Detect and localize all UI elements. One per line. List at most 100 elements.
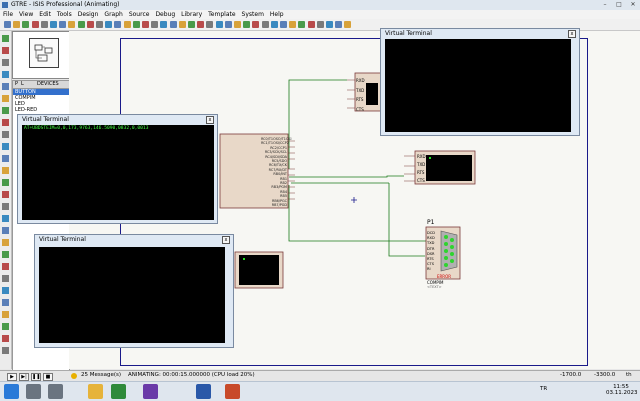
mirror-y-icon[interactable] (2, 347, 9, 354)
menu-view[interactable]: View (19, 11, 33, 18)
menu-library[interactable]: Library (181, 11, 202, 18)
terminal-icon[interactable] (2, 119, 9, 126)
message-count[interactable]: 25 Message(s) (81, 372, 121, 378)
pan-icon[interactable] (96, 21, 103, 28)
powerpoint-icon[interactable] (225, 384, 240, 399)
zoom-in-icon[interactable] (105, 21, 113, 28)
origin-icon[interactable] (86, 21, 94, 28)
search-icon[interactable] (270, 21, 278, 28)
text-script-icon[interactable] (2, 83, 9, 90)
marker-icon[interactable] (2, 299, 9, 306)
virtual-terminal-window[interactable]: Virtual Terminal x (34, 234, 234, 348)
virtual-terminal-window[interactable]: Virtual Terminal x (380, 28, 580, 136)
save-icon[interactable] (22, 21, 30, 28)
vt-screen[interactable] (39, 247, 225, 343)
vt-screen[interactable] (385, 39, 571, 132)
chrome-icon[interactable] (111, 384, 126, 399)
selection-icon[interactable] (2, 35, 9, 42)
erc-icon[interactable] (335, 21, 343, 28)
design-explorer-icon[interactable] (289, 21, 297, 28)
isis-icon[interactable] (196, 384, 211, 399)
undo-icon[interactable] (142, 21, 149, 28)
block-move-icon[interactable] (197, 21, 205, 28)
menu-source[interactable]: Source (129, 11, 150, 18)
menu-tools[interactable]: Tools (57, 11, 72, 18)
vt-screen[interactable]: AT+UBDSTEIM=0,0,173,9763,146.5090,0832,0… (22, 125, 214, 220)
clock[interactable]: 11:55 03.11.2023 (606, 384, 638, 396)
block-delete-icon[interactable] (215, 21, 223, 28)
graph-icon[interactable] (2, 143, 9, 150)
virtual-instrument-icon[interactable] (2, 203, 9, 210)
symbol-icon[interactable] (2, 287, 9, 294)
menu-template[interactable]: Template (208, 11, 235, 18)
line-icon[interactable] (2, 215, 9, 222)
library-tab[interactable]: L (21, 81, 24, 87)
search-icon[interactable] (26, 384, 41, 399)
junction-icon[interactable] (2, 59, 9, 66)
menu-debug[interactable]: Debug (155, 11, 175, 18)
vt-close-button[interactable]: x (568, 30, 576, 38)
menu-graph[interactable]: Graph (104, 11, 122, 18)
copy-icon[interactable] (169, 21, 177, 28)
path-icon[interactable] (2, 263, 9, 270)
voltage-probe-icon[interactable] (2, 179, 9, 186)
task-view-icon[interactable] (48, 384, 63, 399)
play-button[interactable]: ▶ (7, 373, 17, 381)
rotate-ccw-icon[interactable] (2, 323, 9, 330)
menu-help[interactable]: Help (270, 11, 284, 18)
current-probe-icon[interactable] (2, 191, 9, 198)
netlist-icon[interactable] (344, 21, 352, 28)
zoom-all-icon[interactable] (123, 21, 131, 28)
pick-devices-tab[interactable]: P (15, 81, 18, 87)
refresh-icon[interactable] (68, 21, 76, 28)
property-icon[interactable] (280, 21, 287, 28)
decompose-icon[interactable] (252, 21, 260, 28)
block-rotate-icon[interactable] (206, 21, 214, 28)
import-icon[interactable] (31, 21, 39, 28)
vt-close-button[interactable]: x (206, 116, 214, 124)
maximize-button[interactable]: □ (612, 1, 626, 9)
circle-icon[interactable] (2, 239, 9, 246)
menu-edit[interactable]: Edit (39, 11, 51, 18)
mirror-x-icon[interactable] (2, 335, 9, 342)
remove-sheet-icon[interactable] (307, 21, 315, 28)
visual-studio-icon[interactable] (143, 384, 158, 399)
virtual-terminal-window[interactable]: Virtual Terminal x AT+UBDSTEIM=0,0,173,9… (17, 114, 218, 224)
wire-label-icon[interactable] (2, 71, 9, 78)
print-icon[interactable] (50, 21, 57, 28)
generator-icon[interactable] (2, 167, 9, 174)
menu-file[interactable]: File (3, 11, 13, 18)
subcircuit-icon[interactable] (2, 107, 9, 114)
grid-icon[interactable] (77, 21, 85, 28)
zoom-out-icon[interactable] (114, 21, 122, 28)
windows-start-icon[interactable] (4, 384, 19, 399)
menu-system[interactable]: System (242, 11, 264, 18)
new-icon[interactable] (4, 21, 11, 28)
file-explorer-icon[interactable] (88, 384, 103, 399)
new-sheet-icon[interactable] (298, 21, 306, 28)
area-icon[interactable] (59, 21, 67, 28)
pick-device-icon[interactable] (224, 21, 232, 28)
device-item[interactable]: LED-RED (13, 107, 69, 113)
make-device-icon[interactable] (234, 21, 241, 28)
step-button[interactable]: ▶| (19, 373, 29, 381)
export-icon[interactable] (40, 21, 48, 28)
pause-button[interactable]: ❚❚ (31, 373, 41, 381)
exit-sheet-icon[interactable] (316, 21, 324, 28)
paste-icon[interactable] (178, 21, 186, 28)
minimize-button[interactable]: – (598, 1, 612, 9)
tape-icon[interactable] (2, 155, 9, 162)
cut-icon[interactable] (160, 21, 168, 28)
arc-icon[interactable] (2, 251, 9, 258)
close-button[interactable]: ✕ (626, 1, 640, 9)
rotate-cw-icon[interactable] (2, 311, 9, 318)
stop-button[interactable]: ■ (43, 373, 53, 381)
vt-close-button[interactable]: x (222, 236, 230, 244)
component-icon[interactable] (2, 47, 9, 54)
wire-autorouter-icon[interactable] (261, 21, 269, 28)
packaging-icon[interactable] (243, 21, 251, 28)
language-indicator[interactable]: TR (540, 386, 547, 392)
box-icon[interactable] (2, 227, 9, 234)
open-icon[interactable] (13, 21, 21, 28)
redo-icon[interactable] (151, 21, 159, 28)
